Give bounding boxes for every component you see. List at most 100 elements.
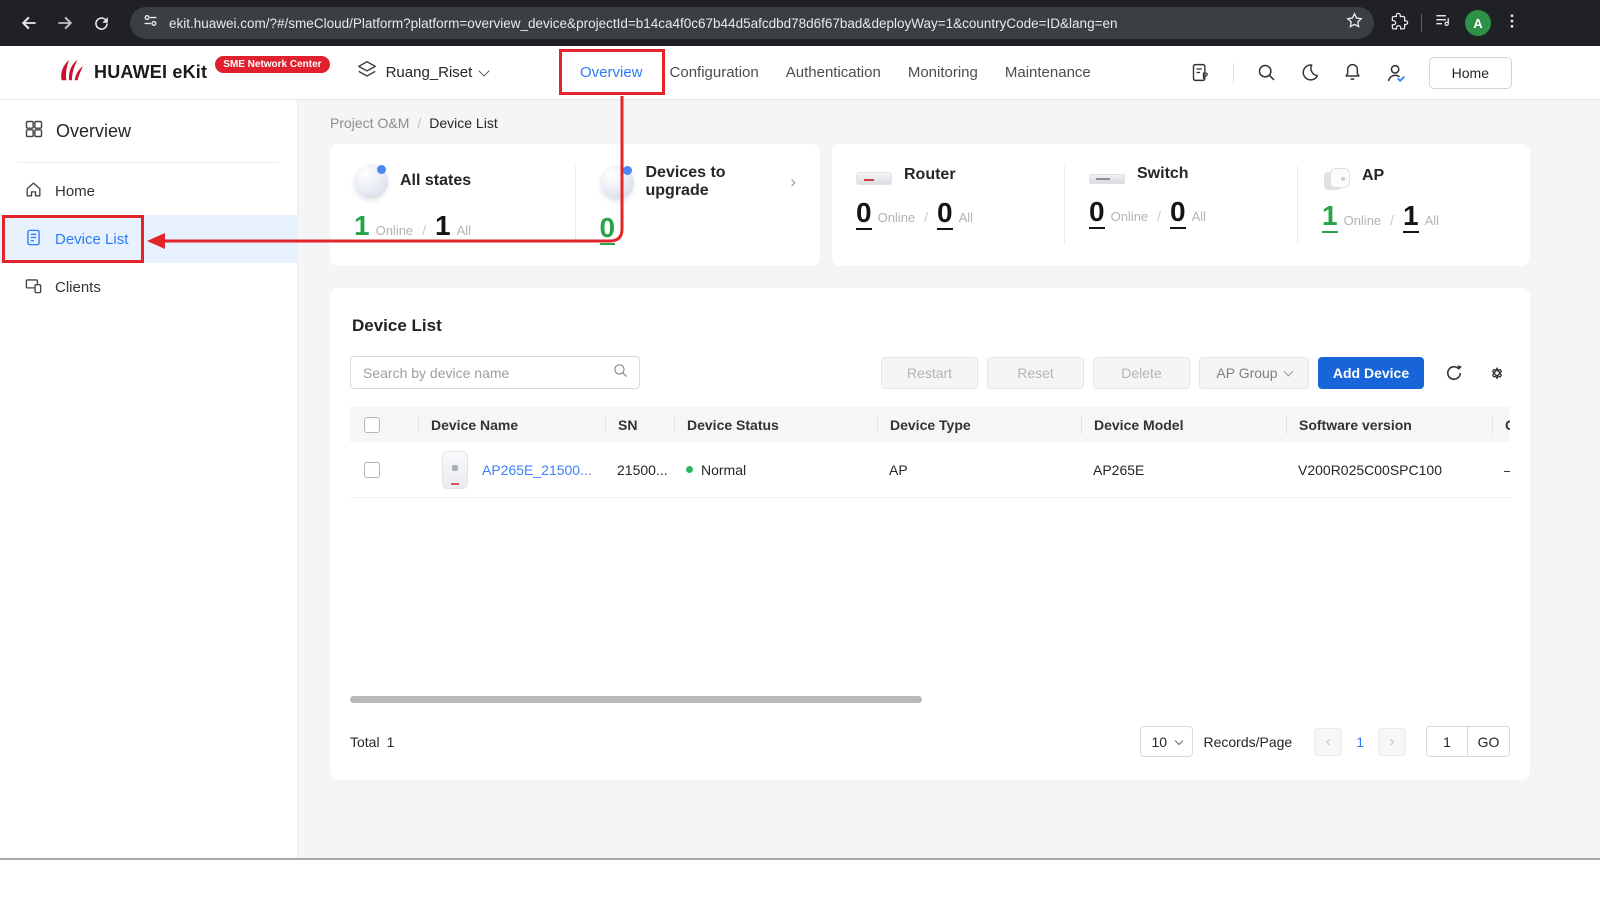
reset-button[interactable]: Reset	[987, 357, 1084, 389]
go-button[interactable]: GO	[1467, 727, 1509, 756]
sidebar-item-device-list[interactable]: Device List	[0, 215, 297, 263]
records-per-page-label: Records/Page	[1203, 734, 1292, 750]
all-label: All	[1425, 213, 1439, 228]
bookmark-star-icon[interactable]	[1345, 11, 1364, 35]
refresh-icon[interactable]	[1441, 360, 1467, 386]
search-input[interactable]	[363, 365, 612, 381]
tab-maintenance[interactable]: Maintenance	[1005, 64, 1091, 81]
sidebar-item-clients[interactable]: Clients	[0, 263, 297, 311]
device-sn: 21500...	[605, 462, 674, 478]
status-dot	[686, 466, 693, 473]
breadcrumb: Project O&M / Device List	[330, 100, 1530, 144]
tab-configuration[interactable]: Configuration	[670, 64, 759, 81]
stat-ap: AP 1 Online / 1 All	[1298, 162, 1530, 248]
brand-name: HUAWEI eKit	[94, 62, 207, 83]
tab-authentication[interactable]: Authentication	[786, 64, 881, 81]
gear-icon[interactable]	[1484, 360, 1510, 386]
page-size-value: 10	[1151, 734, 1167, 750]
next-page-button[interactable]: ›	[1378, 728, 1406, 756]
reload-icon[interactable]	[86, 8, 116, 38]
chrome-divider	[1421, 14, 1422, 32]
huawei-logo	[56, 57, 86, 88]
stat-title: AP	[1362, 167, 1384, 185]
all-count[interactable]: 0	[1170, 198, 1186, 229]
tab-monitoring[interactable]: Monitoring	[908, 64, 978, 81]
select-all-checkbox[interactable]	[364, 417, 380, 433]
layers-icon	[356, 59, 378, 86]
column-sn[interactable]: SN	[605, 416, 674, 434]
column-device-model[interactable]: Device Model	[1081, 416, 1286, 434]
current-page[interactable]: 1	[1356, 734, 1364, 750]
device-name-link[interactable]: AP265E_21500...	[482, 462, 592, 478]
online-label: Online	[1344, 213, 1382, 228]
table-header-row: Device Name SN Device Status Device Type…	[350, 407, 1510, 442]
stat-all-states: All states 1 Online / 1 All	[330, 162, 575, 248]
all-count[interactable]: 0	[937, 199, 953, 230]
extensions-icon[interactable]	[1390, 11, 1409, 35]
online-count[interactable]: 0	[1089, 198, 1105, 229]
sidebar-item-home[interactable]: Home	[0, 167, 297, 215]
device-model: AP265E	[1081, 462, 1286, 478]
software-version: V200R025C00SPC100	[1286, 462, 1492, 478]
online-label: Online	[1111, 209, 1149, 224]
forward-icon[interactable]	[50, 8, 80, 38]
url-bar[interactable]: ekit.huawei.com/?#/smeCloud/Platform?pla…	[130, 7, 1374, 39]
tab-overview[interactable]: Overview	[580, 64, 643, 81]
breadcrumb-parent[interactable]: Project O&M	[330, 115, 409, 131]
add-device-button[interactable]: Add Device	[1318, 357, 1424, 389]
device-list-icon	[24, 228, 43, 251]
browser-profile-avatar[interactable]: A	[1465, 10, 1491, 36]
device-search[interactable]	[350, 356, 640, 389]
horizontal-scrollbar[interactable]	[350, 696, 922, 703]
browser-menu-icon[interactable]	[1503, 12, 1521, 35]
upgrade-count[interactable]: 0	[600, 214, 616, 245]
column-group[interactable]: G	[1492, 416, 1510, 434]
search-icon[interactable]	[612, 362, 629, 384]
site-info-icon[interactable]	[142, 12, 159, 34]
all-count: 1	[435, 212, 451, 240]
switch-icon	[1089, 174, 1125, 184]
column-device-type[interactable]: Device Type	[877, 416, 1081, 434]
prev-page-button[interactable]: ‹	[1314, 728, 1342, 756]
project-selector[interactable]: Ruang_Riset	[356, 59, 489, 86]
license-icon[interactable]: P	[1190, 62, 1211, 83]
sidebar-title: Overview	[0, 100, 297, 162]
browser-chrome: ekit.huawei.com/?#/smeCloud/Platform?pla…	[0, 0, 1600, 46]
page-size-select[interactable]: 10	[1140, 726, 1193, 757]
back-icon[interactable]	[14, 8, 44, 38]
grid-icon	[24, 119, 44, 144]
column-device-name[interactable]: Device Name	[418, 416, 605, 434]
device-list-panel: Device List Restart Reset Delete AP Grou…	[330, 288, 1530, 780]
total-label: Total	[350, 734, 380, 750]
table-row[interactable]: AP265E_21500... 21500... Normal AP AP265…	[350, 442, 1510, 498]
restart-button[interactable]: Restart	[881, 357, 978, 389]
home-button[interactable]: Home	[1429, 57, 1512, 89]
online-count[interactable]: 1	[1322, 202, 1338, 233]
brand-badge: SME Network Center	[215, 56, 329, 73]
notifications-icon[interactable]	[1342, 62, 1363, 83]
router-icon	[856, 172, 892, 185]
breadcrumb-current: Device List	[429, 115, 497, 131]
app-header: HUAWEI eKit SME Network Center Ruang_Ris…	[0, 46, 1600, 100]
media-controls-icon[interactable]	[1434, 11, 1453, 35]
device-type: AP	[877, 462, 1081, 478]
all-count[interactable]: 1	[1403, 202, 1419, 233]
column-device-status[interactable]: Device Status	[674, 416, 877, 434]
goto-page-control: 1 GO	[1426, 726, 1510, 757]
chevron-right-icon[interactable]: ›	[790, 172, 796, 192]
page-bottom-strip	[0, 858, 1600, 900]
url-text[interactable]: ekit.huawei.com/?#/smeCloud/Platform?pla…	[169, 16, 1335, 31]
svg-text:P: P	[1202, 71, 1208, 81]
delete-button[interactable]: Delete	[1093, 357, 1190, 389]
goto-page-input[interactable]: 1	[1427, 727, 1467, 756]
stat-devices-to-upgrade[interactable]: Devices to upgrade › 0	[576, 162, 821, 248]
sidebar-divider	[18, 162, 279, 163]
column-software-version[interactable]: Software version	[1286, 416, 1492, 434]
ap-group-button[interactable]: AP Group	[1199, 357, 1309, 389]
search-icon[interactable]	[1256, 62, 1277, 83]
dark-mode-icon[interactable]	[1299, 62, 1320, 83]
row-checkbox[interactable]	[364, 462, 380, 478]
account-icon[interactable]	[1385, 62, 1407, 84]
online-count[interactable]: 0	[856, 199, 872, 230]
sidebar-item-label: Home	[55, 183, 95, 200]
